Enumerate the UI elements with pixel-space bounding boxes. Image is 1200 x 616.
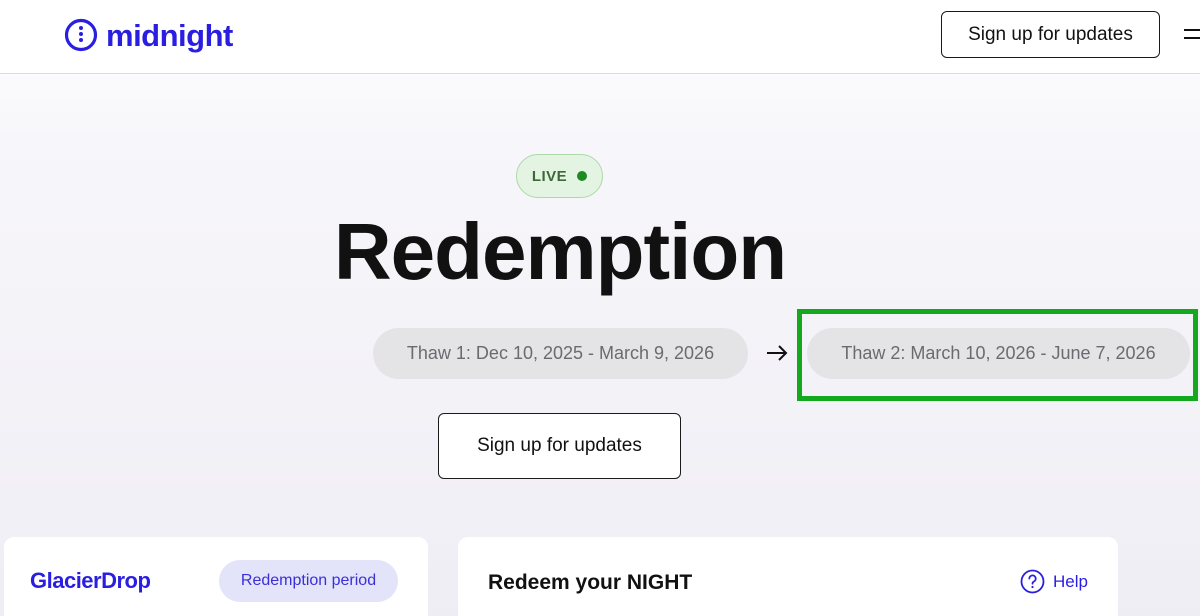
thaw-2-period: Thaw 2: March 10, 2026 - June 7, 2026 xyxy=(807,328,1190,379)
midnight-logo-icon xyxy=(64,18,98,52)
help-label: Help xyxy=(1053,571,1088,591)
live-label: LIVE xyxy=(531,167,568,185)
hero-signup-button[interactable]: Sign up for updates xyxy=(438,413,681,479)
help-icon xyxy=(1020,569,1045,594)
live-dot-icon xyxy=(577,171,588,181)
thaw-1-period: Thaw 1: Dec 10, 2025 - March 9, 2026 xyxy=(373,328,748,379)
hamburger-menu-icon[interactable] xyxy=(1184,27,1200,41)
page-title: Redemption xyxy=(333,207,787,296)
redeem-card: Redeem your NIGHT Help xyxy=(458,537,1118,616)
midnight-logo[interactable]: midnight xyxy=(64,16,233,54)
site-header: midnight Sign up for updates xyxy=(0,0,1200,74)
glacierdrop-card: GlacierDrop Redemption period xyxy=(4,537,428,616)
arrow-right-icon xyxy=(767,345,788,361)
help-link[interactable]: Help xyxy=(1020,569,1088,594)
header-signup-button[interactable]: Sign up for updates xyxy=(941,11,1160,58)
glacierdrop-logo: GlacierDrop xyxy=(30,568,151,593)
logo-text: midnight xyxy=(106,17,233,53)
live-status-badge: LIVE xyxy=(516,154,603,198)
redeem-title: Redeem your NIGHT xyxy=(488,571,693,594)
redemption-period-badge: Redemption period xyxy=(219,560,398,602)
